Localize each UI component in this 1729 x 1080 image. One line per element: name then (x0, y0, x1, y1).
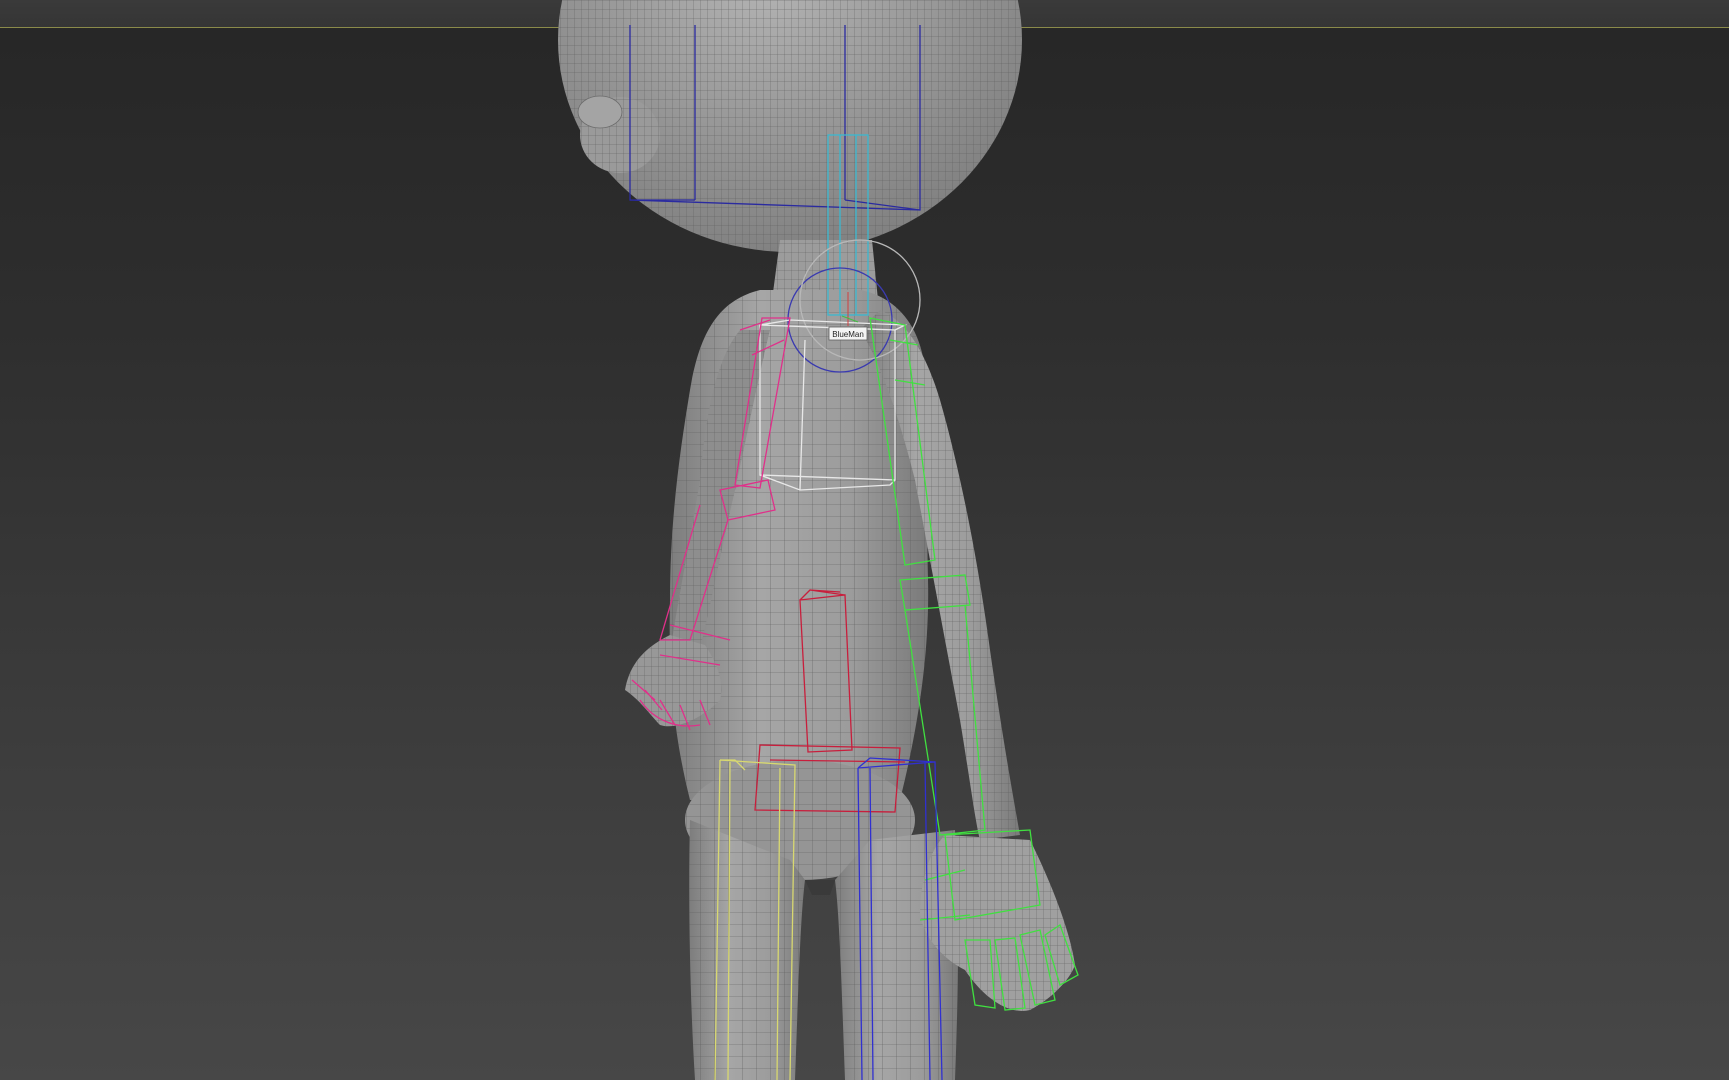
head-mesh[interactable] (558, 0, 1022, 252)
3d-viewport[interactable]: BlueMan (0, 0, 1729, 1080)
object-label-text: BlueMan (832, 330, 864, 339)
character-mesh[interactable] (558, 0, 1075, 1080)
scene-canvas[interactable]: BlueMan (0, 0, 1729, 1080)
